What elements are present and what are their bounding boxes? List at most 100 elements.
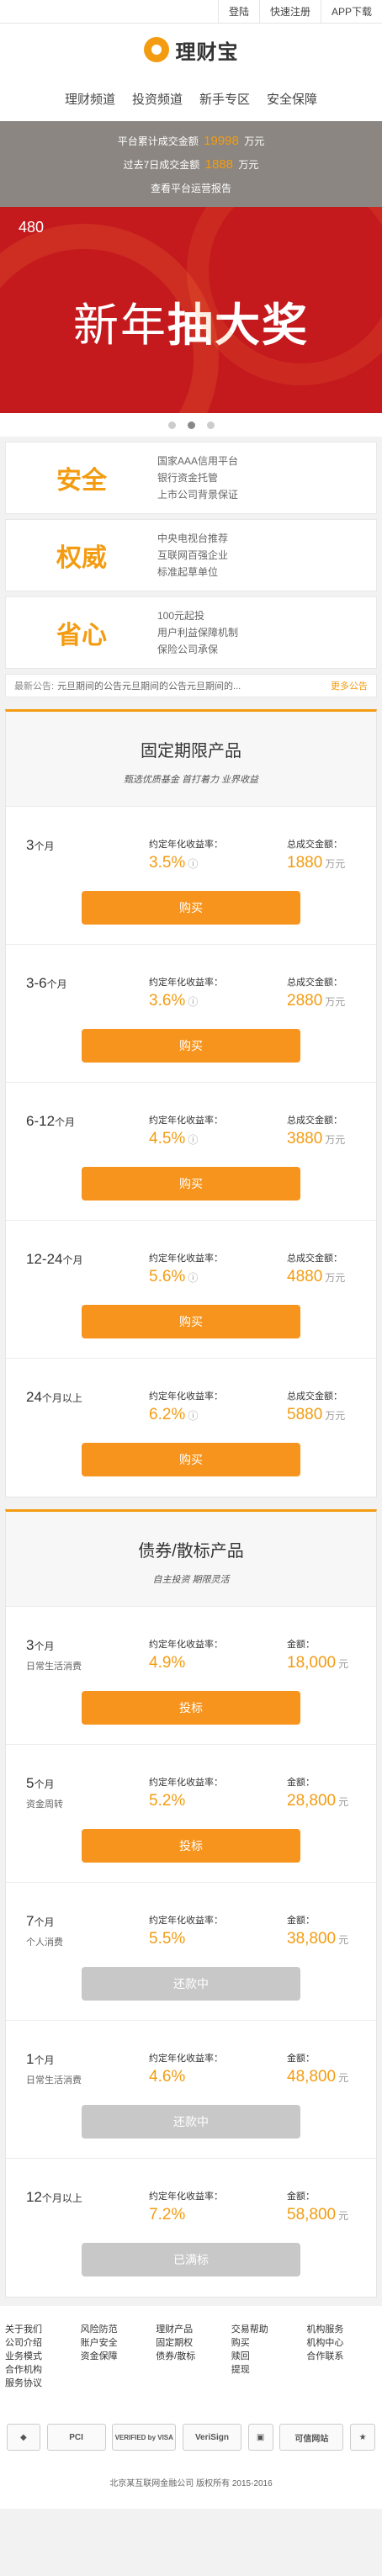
- lock-badge-icon: ▣: [247, 2424, 273, 2451]
- feature-title: 省心: [56, 622, 107, 649]
- footer-link[interactable]: 固定期权: [156, 2336, 231, 2350]
- banner-title: 新年抽大奖: [0, 288, 382, 354]
- login-link[interactable]: 登陆: [217, 0, 259, 24]
- notice-text[interactable]: 元旦期间的公告元旦期间的公告元旦期间的...: [57, 679, 324, 692]
- rate-value: 4.5% ⓘ: [149, 1130, 198, 1148]
- total-volume-unit: 万元: [244, 135, 265, 147]
- info-icon[interactable]: ⓘ: [188, 1134, 198, 1146]
- rate-value: 5.2%: [149, 1792, 186, 1810]
- bid-button[interactable]: 投标: [82, 1829, 300, 1863]
- carousel-dot[interactable]: [167, 421, 176, 429]
- footer-heading[interactable]: 关于我们: [5, 2323, 81, 2336]
- rate-value: 4.9%: [149, 1654, 186, 1672]
- product-term: 3个月: [26, 1637, 54, 1654]
- footer-heading[interactable]: 理财产品: [156, 2323, 231, 2336]
- footer-link[interactable]: 合作联系: [306, 2350, 382, 2363]
- footer: 关于我们 公司介绍 业务模式 合作机构 服务协议 风险防范 账户安全 资金保障 …: [0, 2306, 382, 2509]
- term-unit: 个月: [46, 978, 67, 990]
- product-term: 6-12个月: [26, 1113, 75, 1130]
- logo[interactable]: 理财宝: [0, 24, 382, 76]
- carousel-dot[interactable]: [206, 421, 215, 429]
- footer-link[interactable]: 资金保障: [81, 2350, 157, 2363]
- term-unit: 个月: [55, 1116, 76, 1128]
- bid-button[interactable]: 投标: [82, 1691, 300, 1725]
- product-row: 3-6个月 约定年化收益率： 3.6% ⓘ 总成交金额： 2880 万元 购买: [6, 945, 376, 1083]
- operation-report-link[interactable]: 查看平台运营报告: [0, 177, 382, 200]
- buy-button[interactable]: 购买: [82, 1443, 300, 1476]
- feature-card-authority: 权威 中央电视台推荐 互联网百强企业 标准起草单位: [5, 519, 377, 591]
- amount-unit: 万元: [325, 1134, 346, 1146]
- week-volume: 过去7日成交金额 1888 万元: [0, 153, 382, 177]
- promo-banner[interactable]: 480 新年抽大奖: [0, 207, 382, 413]
- carousel-dot-active[interactable]: [187, 421, 195, 429]
- notice-label: 最新公告:: [14, 681, 55, 692]
- amount-number: 5880: [287, 1406, 323, 1423]
- feature-title: 安全: [56, 467, 107, 495]
- shield-badge-icon: ◆: [6, 2424, 40, 2451]
- verisign-badge: VeriSign: [182, 2424, 241, 2451]
- amount-unit: 元: [338, 2072, 349, 2084]
- section-title: 债券/散标产品: [138, 1542, 244, 1561]
- carousel-dots: [0, 413, 382, 437]
- banner-title-b: 抽大奖: [167, 300, 309, 351]
- nav-item-invest[interactable]: 投资频道: [132, 90, 183, 108]
- feature-card-easy: 省心 100元起投 用户利益保障机制 保险公司承保: [5, 596, 377, 669]
- repaying-button[interactable]: 还款中: [82, 2105, 300, 2139]
- footer-link[interactable]: 机构中心: [306, 2336, 382, 2350]
- notice-bar: 最新公告: 元旦期间的公告元旦期间的公告元旦期间的... 更多公告: [5, 674, 377, 697]
- footer-link[interactable]: 债券/散标: [156, 2350, 231, 2363]
- product-purpose: 资金周转: [26, 1799, 63, 1810]
- footer-link[interactable]: 服务协议: [5, 2377, 81, 2390]
- footer-link[interactable]: 合作机构: [5, 2363, 81, 2377]
- footer-column-products: 理财产品 固定期权 债券/散标: [156, 2323, 231, 2390]
- trusted-site-badge: 可信网站: [279, 2424, 344, 2451]
- app-download-link[interactable]: APP下载: [320, 0, 382, 24]
- buy-button[interactable]: 购买: [82, 1167, 300, 1201]
- info-icon[interactable]: ⓘ: [188, 996, 198, 1008]
- rate-label: 约定年化收益率：: [149, 1640, 223, 1650]
- nav-item-newbie[interactable]: 新手专区: [199, 90, 250, 108]
- term-unit: 个月: [34, 1916, 55, 1928]
- feature-line: 100元起投: [157, 610, 205, 622]
- feature-line: 保险公司承保: [157, 644, 219, 655]
- product-row: 3个月 约定年化收益率： 3.5% ⓘ 总成交金额： 1880 万元 购买: [6, 807, 376, 945]
- coin-logo-icon: [143, 37, 169, 62]
- info-icon[interactable]: ⓘ: [188, 858, 198, 870]
- amount-number: 3880: [287, 1130, 323, 1148]
- buy-button[interactable]: 购买: [82, 891, 300, 925]
- footer-link[interactable]: 购买: [231, 2336, 307, 2350]
- week-volume-value: 1888: [204, 157, 234, 172]
- footer-link[interactable]: 账户安全: [81, 2336, 157, 2350]
- footer-link[interactable]: 赎回: [231, 2350, 307, 2363]
- section-subtitle: 自主投资 期限灵活: [152, 1575, 230, 1585]
- nav-item-finance[interactable]: 理财频道: [65, 90, 115, 108]
- footer-heading[interactable]: 交易帮助: [231, 2323, 307, 2336]
- product-row: 6-12个月 约定年化收益率： 4.5% ⓘ 总成交金额： 3880 万元 购买: [6, 1083, 376, 1221]
- amount-number: 48,800: [287, 2068, 337, 2086]
- buy-button[interactable]: 购买: [82, 1305, 300, 1338]
- term-value: 3-6: [26, 975, 47, 991]
- police-badge-icon: ★: [350, 2424, 376, 2451]
- footer-link[interactable]: 提现: [231, 2363, 307, 2377]
- nav-item-security[interactable]: 安全保障: [267, 90, 317, 108]
- register-link[interactable]: 快速注册: [258, 0, 321, 24]
- info-icon[interactable]: ⓘ: [188, 1410, 198, 1422]
- more-notices-link[interactable]: 更多公告: [331, 679, 368, 692]
- rate-number: 4.5%: [149, 1130, 186, 1148]
- pci-badge: PCI: [46, 2424, 106, 2451]
- feature-line: 上市公司背景保证: [157, 489, 239, 501]
- buy-button[interactable]: 购买: [82, 1029, 300, 1063]
- total-volume: 平台累计成交金额 19998 万元: [0, 130, 382, 153]
- rate-label: 约定年化收益率：: [149, 840, 223, 850]
- week-volume-unit: 万元: [238, 159, 259, 171]
- fully-funded-button[interactable]: 已满标: [82, 2243, 300, 2277]
- footer-heading[interactable]: 机构服务: [306, 2323, 382, 2336]
- banner-title-a: 新年: [73, 300, 167, 351]
- footer-link[interactable]: 业务模式: [5, 2350, 81, 2363]
- footer-heading[interactable]: 风险防范: [81, 2323, 157, 2336]
- amount-value: 48,800 元: [287, 2068, 348, 2086]
- footer-link[interactable]: 公司介绍: [5, 2336, 81, 2350]
- repaying-button[interactable]: 还款中: [82, 1967, 300, 2001]
- rate-value: 5.5%: [149, 1930, 186, 1948]
- info-icon[interactable]: ⓘ: [188, 1272, 198, 1284]
